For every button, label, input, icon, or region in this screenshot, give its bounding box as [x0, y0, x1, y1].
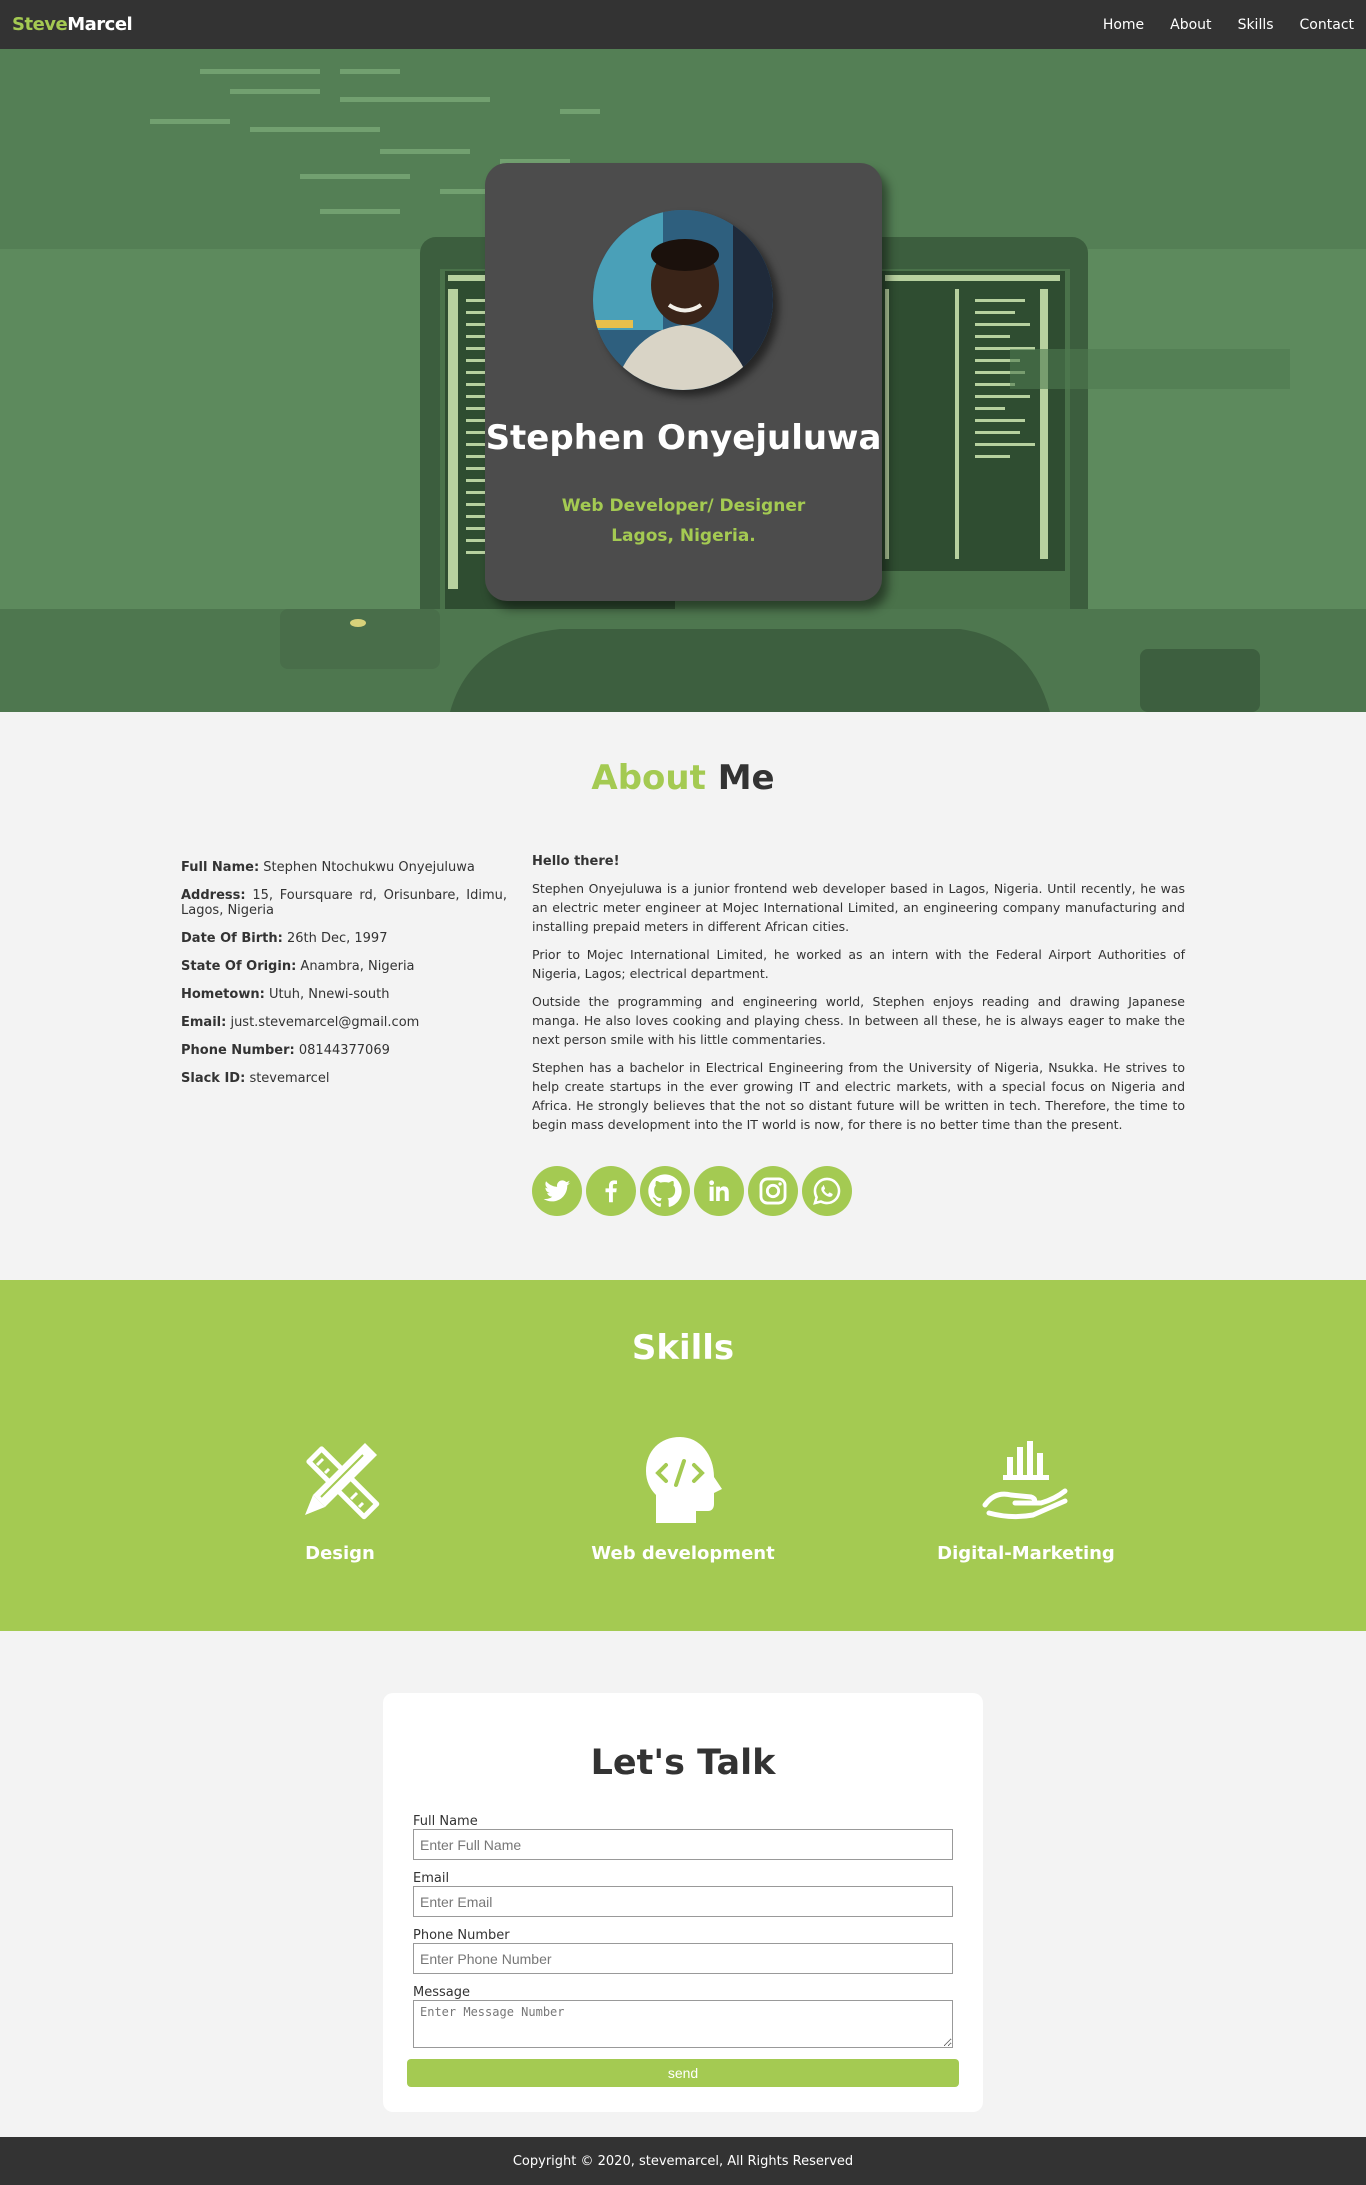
- about-title-accent: About: [591, 758, 706, 798]
- info-value: 08144377069: [298, 1043, 390, 1058]
- skill-design: Design: [190, 1435, 490, 1564]
- message-field: Message: [413, 1985, 953, 2048]
- send-button[interactable]: send: [407, 2059, 959, 2087]
- about-title: About Me: [0, 758, 1366, 798]
- info-address: Address: 15, Foursquare rd, Orisunbare, …: [181, 888, 507, 918]
- bio-paragraph: Stephen has a bachelor in Electrical Eng…: [532, 1060, 1185, 1132]
- info-value: Stephen Ntochukwu Onyejuluwa: [263, 860, 475, 875]
- instagram-icon[interactable]: [748, 1166, 798, 1216]
- brand-logo[interactable]: SteveMarcel: [12, 14, 133, 35]
- nav-links: Home About Skills Contact: [1077, 17, 1354, 33]
- bio-paragraph: Prior to Mojec International Limited, he…: [532, 947, 1185, 981]
- info-label: Address:: [181, 888, 246, 903]
- profile-card: Stephen Onyejuluwa Web Developer/ Design…: [485, 163, 882, 601]
- info-state-of-origin: State Of Origin: Anambra, Nigeria: [181, 959, 507, 974]
- message-textarea[interactable]: [413, 2000, 953, 2048]
- bio-greeting: Hello there!: [532, 854, 620, 869]
- skill-digital-marketing: Digital-Marketing: [876, 1435, 1176, 1564]
- info-label: State Of Origin:: [181, 959, 297, 974]
- info-label: Email:: [181, 1015, 227, 1030]
- profile-role: Web Developer/ Designer: [561, 496, 806, 516]
- info-label: Date Of Birth:: [181, 931, 283, 946]
- skills-title: Skills: [631, 1328, 735, 1368]
- info-date-of-birth: Date Of Birth: 26th Dec, 1997: [181, 931, 507, 946]
- social-links: [532, 1166, 852, 1216]
- profile-avatar: [593, 210, 773, 390]
- email-label: Email: [413, 1871, 450, 1886]
- full-name-field: Full Name: [413, 1814, 953, 1860]
- phone-number-input[interactable]: [413, 1943, 953, 1974]
- email-input[interactable]: [413, 1886, 953, 1917]
- info-full-name: Full Name: Stephen Ntochukwu Onyejuluwa: [181, 860, 507, 875]
- info-email: Email: just.stevemarcel@gmail.com: [181, 1015, 507, 1030]
- skill-label: Web development: [591, 1543, 775, 1564]
- copyright-text: Copyright © 2020, stevemarcel, All Right…: [512, 2153, 854, 2169]
- email-field: Email: [413, 1871, 953, 1917]
- profile-location: Lagos, Nigeria.: [611, 526, 756, 546]
- skills-section: Skills Design Web development Digital-Ma…: [0, 1280, 1366, 1631]
- info-label: Slack ID:: [181, 1071, 246, 1086]
- contact-title: Let's Talk: [590, 1743, 776, 1783]
- info-value: Anambra, Nigeria: [300, 959, 415, 974]
- design-tools-icon: [305, 1443, 380, 1520]
- footer: Copyright © 2020, stevemarcel, All Right…: [0, 2137, 1366, 2185]
- info-label: Hometown:: [181, 987, 265, 1002]
- personal-info-list: Full Name: Stephen Ntochukwu Onyejuluwa …: [181, 860, 507, 1099]
- brand-second: Marcel: [67, 14, 133, 35]
- bio-paragraph: Outside the programming and engineering …: [532, 994, 1185, 1047]
- nav-link-skills[interactable]: Skills: [1238, 17, 1274, 33]
- bio-section: Hello there! Stephen Onyejuluwa is a jun…: [532, 852, 1185, 1143]
- nav-link-contact[interactable]: Contact: [1300, 17, 1354, 33]
- phone-number-field: Phone Number: [413, 1928, 953, 1974]
- growth-hand-icon: [982, 1441, 1068, 1520]
- skill-label: Digital-Marketing: [937, 1543, 1115, 1564]
- nav-link-home[interactable]: Home: [1103, 17, 1144, 33]
- phone-number-label: Phone Number: [413, 1928, 510, 1943]
- navbar: SteveMarcel Home About Skills Contact: [0, 0, 1366, 49]
- whatsapp-icon[interactable]: [802, 1166, 852, 1216]
- info-phone: Phone Number: 08144377069: [181, 1043, 507, 1058]
- bio-paragraph: Stephen Onyejuluwa is a junior frontend …: [532, 881, 1185, 934]
- code-head-icon: [646, 1437, 722, 1523]
- full-name-input[interactable]: [413, 1829, 953, 1860]
- profile-name: Stephen Onyejuluwa: [485, 418, 882, 458]
- message-label: Message: [413, 1985, 470, 2000]
- info-value: 26th Dec, 1997: [286, 931, 388, 946]
- github-icon[interactable]: [640, 1166, 690, 1216]
- hero-section: Stephen Onyejuluwa Web Developer/ Design…: [0, 49, 1366, 712]
- contact-card: Let's Talk Full Name Email Phone Number …: [383, 1693, 983, 2112]
- about-title-rest: Me: [717, 758, 775, 798]
- linkedin-icon[interactable]: [694, 1166, 744, 1216]
- facebook-icon[interactable]: [586, 1166, 636, 1216]
- skill-label: Design: [305, 1543, 375, 1564]
- info-label: Full Name:: [181, 860, 260, 875]
- full-name-label: Full Name: [413, 1814, 478, 1829]
- info-value: just.stevemarcel@gmail.com: [230, 1015, 420, 1030]
- brand-first: Steve: [12, 14, 68, 35]
- info-slack-id: Slack ID: stevemarcel: [181, 1071, 507, 1086]
- info-hometown: Hometown: Utuh, Nnewi-south: [181, 987, 507, 1002]
- info-value: Utuh, Nnewi-south: [268, 987, 390, 1002]
- skill-web-development: Web development: [533, 1435, 833, 1564]
- nav-link-about[interactable]: About: [1170, 17, 1211, 33]
- info-label: Phone Number:: [181, 1043, 295, 1058]
- info-value: stevemarcel: [249, 1071, 330, 1086]
- profile-photo: [593, 210, 773, 390]
- twitter-icon[interactable]: [532, 1166, 582, 1216]
